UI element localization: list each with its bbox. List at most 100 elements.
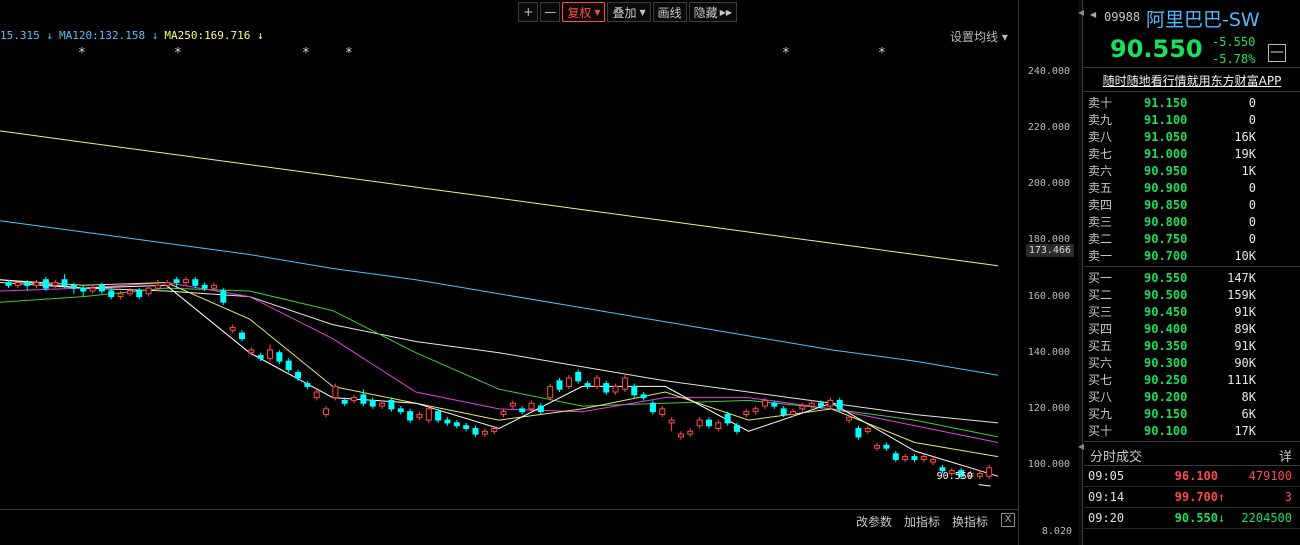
candle[interactable] bbox=[677, 431, 684, 440]
overlay-button[interactable]: 叠加 ▼ bbox=[607, 2, 651, 22]
candle[interactable] bbox=[276, 349, 283, 364]
order-book-row[interactable]: 买八 90.200 8K bbox=[1084, 388, 1300, 405]
event-marker-icon[interactable]: * bbox=[878, 46, 886, 61]
candle[interactable] bbox=[883, 442, 890, 451]
candle[interactable] bbox=[295, 369, 302, 381]
candle[interactable] bbox=[472, 425, 479, 437]
candle[interactable] bbox=[874, 442, 881, 451]
candle[interactable] bbox=[827, 397, 834, 409]
order-book-row[interactable]: 买五 90.350 91K bbox=[1084, 337, 1300, 354]
candle[interactable] bbox=[388, 397, 395, 412]
candle[interactable] bbox=[463, 422, 470, 432]
candle[interactable] bbox=[752, 406, 759, 415]
order-book-row[interactable]: 卖一 90.700 10K bbox=[1084, 247, 1300, 264]
candle[interactable] bbox=[444, 417, 451, 426]
zoom-out-button[interactable]: — bbox=[540, 2, 561, 22]
candle[interactable] bbox=[80, 285, 87, 297]
event-marker-icon[interactable]: * bbox=[78, 46, 86, 61]
candle[interactable] bbox=[855, 425, 862, 440]
app-ad-banner[interactable]: 随时随地看行情就用东方财富APP bbox=[1084, 68, 1300, 92]
candle[interactable] bbox=[696, 417, 703, 429]
candle[interactable] bbox=[332, 383, 339, 401]
order-book-row[interactable]: 卖八 91.050 16K bbox=[1084, 128, 1300, 145]
candle[interactable] bbox=[351, 394, 358, 404]
candle[interactable] bbox=[687, 428, 694, 437]
order-book-row[interactable]: 买十 90.100 17K bbox=[1084, 422, 1300, 439]
event-marker-icon[interactable]: * bbox=[782, 46, 790, 61]
candle[interactable] bbox=[640, 392, 647, 401]
candle[interactable] bbox=[192, 276, 199, 289]
order-book-row[interactable]: 卖五 90.900 0 bbox=[1084, 179, 1300, 196]
candle[interactable] bbox=[379, 400, 386, 409]
swap-indicator-button[interactable]: 换指标 bbox=[952, 513, 988, 530]
candle[interactable] bbox=[108, 288, 115, 300]
candle[interactable] bbox=[369, 397, 376, 409]
candle[interactable] bbox=[705, 417, 712, 429]
order-book-row[interactable]: 卖九 91.100 0 bbox=[1084, 111, 1300, 128]
candle[interactable] bbox=[537, 403, 544, 415]
order-book-row[interactable]: 卖十 91.150 0 bbox=[1084, 94, 1300, 111]
candle[interactable] bbox=[911, 453, 918, 463]
candle[interactable] bbox=[976, 470, 983, 480]
candle[interactable] bbox=[659, 406, 666, 418]
candle[interactable] bbox=[603, 380, 610, 395]
candle[interactable] bbox=[930, 456, 937, 465]
candle[interactable] bbox=[238, 330, 245, 342]
candle[interactable] bbox=[612, 383, 619, 395]
candle[interactable] bbox=[668, 417, 675, 432]
candle[interactable] bbox=[986, 465, 993, 480]
order-book-row[interactable]: 买二 90.500 159K bbox=[1084, 286, 1300, 303]
candle[interactable] bbox=[229, 324, 236, 334]
candle[interactable] bbox=[920, 453, 927, 463]
event-marker-icon[interactable]: * bbox=[174, 46, 182, 61]
add-indicator-button[interactable]: 加指标 bbox=[904, 513, 940, 530]
order-book-row[interactable]: 买七 90.250 111K bbox=[1084, 371, 1300, 388]
candle[interactable] bbox=[285, 358, 292, 373]
candle[interactable] bbox=[584, 380, 591, 390]
order-book-row[interactable]: 卖三 90.800 0 bbox=[1084, 213, 1300, 230]
candle[interactable] bbox=[621, 375, 628, 393]
candle[interactable] bbox=[649, 400, 656, 415]
panel-splitter[interactable] bbox=[1078, 0, 1083, 545]
order-book-row[interactable]: 买六 90.300 90K bbox=[1084, 354, 1300, 371]
draw-line-button[interactable]: 画线 bbox=[652, 2, 687, 22]
order-book-row[interactable]: 买三 90.450 91K bbox=[1084, 303, 1300, 320]
candle[interactable] bbox=[500, 408, 507, 418]
stock-switch-icon[interactable]: ◀ bbox=[1090, 10, 1096, 19]
order-book-row[interactable]: 买九 90.150 6K bbox=[1084, 405, 1300, 422]
stock-name[interactable]: 阿里巴巴-SW bbox=[1146, 5, 1260, 32]
candle[interactable] bbox=[864, 425, 871, 435]
candle[interactable] bbox=[52, 279, 59, 289]
order-book-row[interactable]: 卖二 90.750 0 bbox=[1084, 230, 1300, 247]
hide-button[interactable]: 隐藏 ▶▶ bbox=[688, 2, 737, 22]
order-book-row[interactable]: 买四 90.400 89K bbox=[1084, 320, 1300, 337]
candle[interactable] bbox=[547, 383, 554, 401]
candle[interactable] bbox=[556, 377, 563, 393]
candle[interactable] bbox=[313, 389, 320, 401]
candle[interactable] bbox=[425, 406, 432, 423]
candle[interactable] bbox=[182, 276, 189, 286]
candle[interactable] bbox=[575, 369, 582, 384]
event-marker-icon[interactable]: * bbox=[302, 46, 310, 61]
candle[interactable] bbox=[808, 400, 815, 409]
zoom-in-button[interactable]: + bbox=[518, 2, 539, 22]
candle[interactable] bbox=[407, 408, 414, 423]
candle[interactable] bbox=[593, 375, 600, 390]
kline-chart[interactable]: 90.550 bbox=[0, 0, 1018, 545]
close-indicator-button[interactable]: X bbox=[1001, 513, 1015, 527]
candle[interactable] bbox=[416, 411, 423, 421]
candle[interactable] bbox=[397, 406, 404, 415]
candle[interactable] bbox=[892, 450, 899, 463]
collapse-button[interactable]: — bbox=[1268, 44, 1286, 62]
candle[interactable] bbox=[304, 380, 311, 390]
ticks-detail-button[interactable]: 详 bbox=[1279, 446, 1292, 465]
candle[interactable] bbox=[33, 279, 40, 289]
app-ad-link[interactable]: 随时随地看行情就用东方财富APP bbox=[1103, 74, 1282, 88]
order-book-row[interactable]: 卖七 91.000 19K bbox=[1084, 145, 1300, 162]
order-book-row[interactable]: 卖四 90.850 0 bbox=[1084, 196, 1300, 213]
candle[interactable] bbox=[360, 389, 367, 407]
ma-settings-button[interactable]: 设置均线 ▾ bbox=[950, 28, 1008, 45]
change-params-button[interactable]: 改参数 bbox=[856, 513, 892, 530]
candle[interactable] bbox=[267, 344, 274, 362]
candle[interactable] bbox=[565, 375, 572, 390]
